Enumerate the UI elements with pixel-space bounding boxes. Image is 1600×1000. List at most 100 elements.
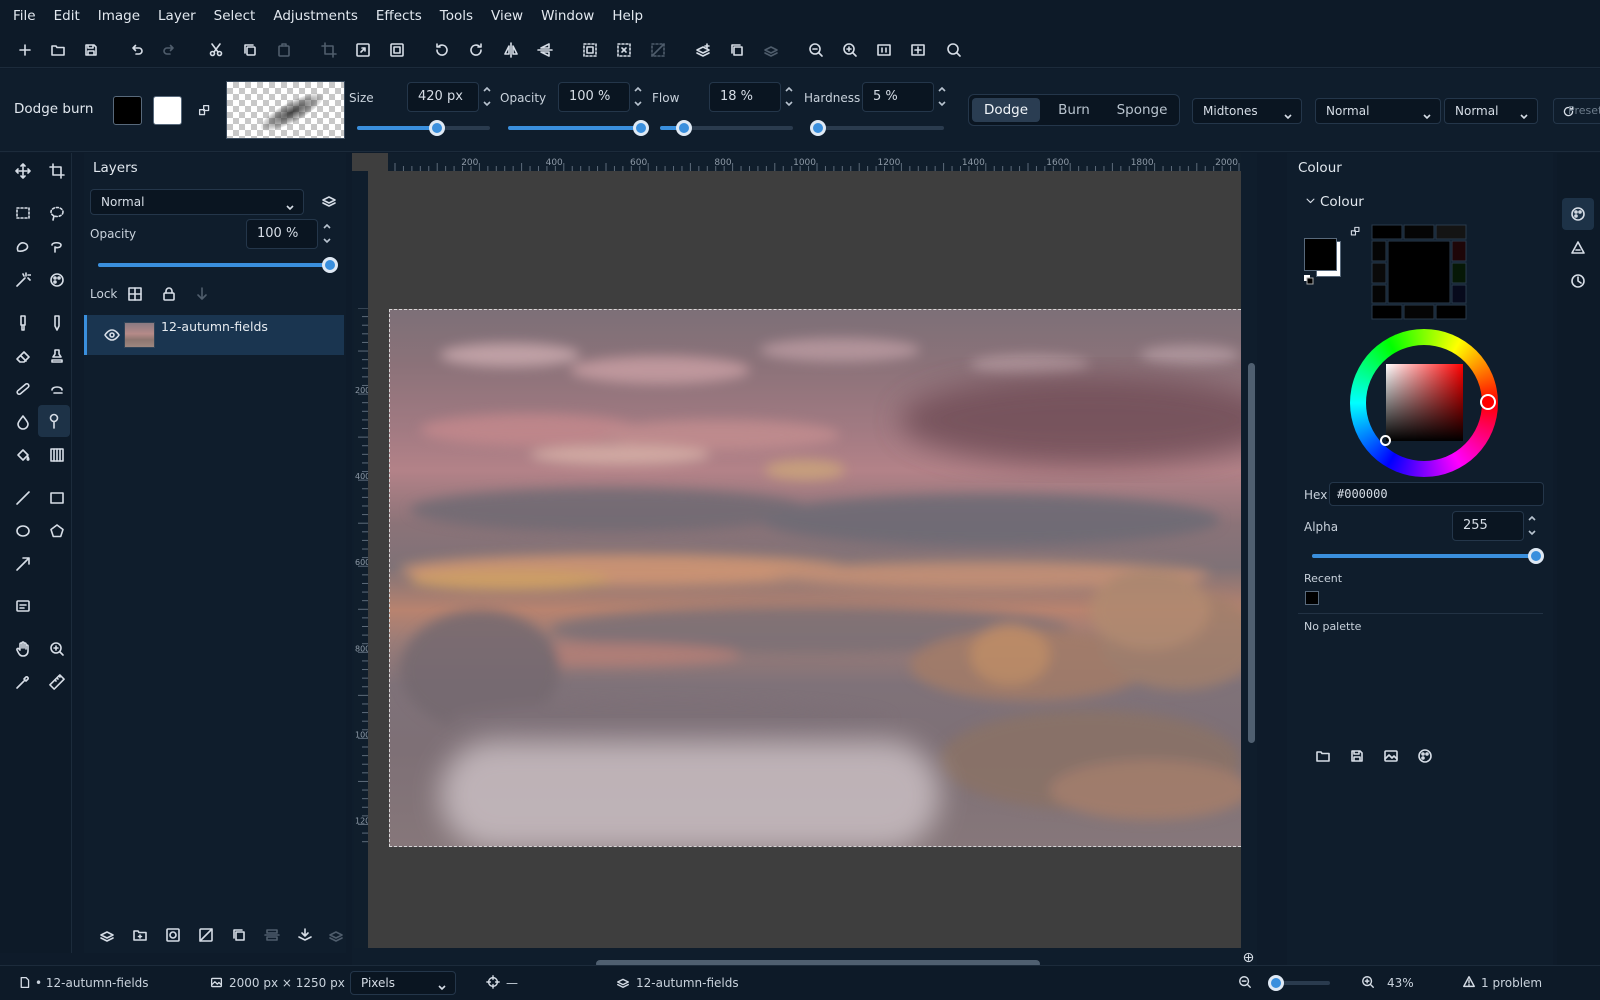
open-folder-icon[interactable] bbox=[47, 39, 69, 61]
move-tool-icon[interactable] bbox=[12, 160, 34, 182]
flow-stepper[interactable] bbox=[784, 82, 796, 112]
save-icon[interactable] bbox=[80, 39, 102, 61]
measure-ruler-icon[interactable] bbox=[46, 671, 68, 693]
gradient-tool-icon[interactable] bbox=[46, 444, 68, 466]
ellipse-tool-icon[interactable] bbox=[12, 520, 34, 542]
paste-icon[interactable] bbox=[273, 39, 295, 61]
eraser-tool-icon[interactable] bbox=[12, 345, 34, 367]
menu-effects[interactable]: Effects bbox=[367, 0, 431, 32]
opacity-slider[interactable] bbox=[508, 120, 649, 136]
actual-size-icon[interactable] bbox=[873, 39, 895, 61]
chevron-up-icon[interactable] bbox=[1527, 513, 1537, 523]
redo-icon[interactable] bbox=[159, 39, 181, 61]
vertical-scrollbar[interactable] bbox=[1248, 363, 1255, 743]
swap-colors-icon[interactable] bbox=[194, 100, 214, 120]
zoom-in-icon[interactable] bbox=[839, 39, 861, 61]
range-dropdown[interactable]: Midtones bbox=[1192, 98, 1302, 124]
image-canvas[interactable] bbox=[389, 309, 1251, 847]
swap-colors-small-icon[interactable] bbox=[1347, 223, 1363, 239]
layer-properties-icon[interactable] bbox=[318, 189, 340, 211]
flip-horizontal-icon[interactable] bbox=[500, 39, 522, 61]
saturation-value-square[interactable] bbox=[1386, 364, 1463, 441]
presets-button[interactable]: Presets bbox=[1553, 98, 1600, 124]
blend-mode-dropdown[interactable]: Normal bbox=[1315, 98, 1441, 124]
crop-tool-icon[interactable] bbox=[46, 160, 68, 182]
resize-image-icon[interactable] bbox=[352, 39, 374, 61]
palette-options-icon[interactable] bbox=[1414, 745, 1436, 767]
arrow-tool-icon[interactable] bbox=[12, 553, 34, 575]
duplicate-layer-icon[interactable] bbox=[726, 39, 748, 61]
color-history-grid[interactable] bbox=[1371, 224, 1467, 320]
magnetic-lasso-icon[interactable] bbox=[46, 236, 68, 258]
size-slider[interactable] bbox=[357, 120, 490, 136]
chevron-up-icon[interactable] bbox=[482, 84, 492, 94]
canvas-size-icon[interactable] bbox=[386, 39, 408, 61]
invert-selection-icon[interactable] bbox=[647, 39, 669, 61]
palette-from-image-icon[interactable] bbox=[1380, 745, 1402, 767]
healing-tool-icon[interactable] bbox=[12, 378, 34, 400]
menu-edit[interactable]: Edit bbox=[45, 0, 89, 32]
clone-stamp-icon[interactable] bbox=[46, 345, 68, 367]
lasso-select-icon[interactable] bbox=[46, 202, 68, 224]
menu-layer[interactable]: Layer bbox=[149, 0, 205, 32]
eyedropper-icon[interactable] bbox=[12, 671, 34, 693]
menu-window[interactable]: Window bbox=[532, 0, 603, 32]
rotate-right-icon[interactable] bbox=[465, 39, 487, 61]
second-blend-dropdown[interactable]: Normal bbox=[1444, 98, 1538, 124]
menu-file[interactable]: File bbox=[4, 0, 45, 32]
menu-image[interactable]: Image bbox=[89, 0, 149, 32]
zoom-slider[interactable] bbox=[1268, 975, 1330, 991]
recent-color-swatch[interactable] bbox=[1305, 591, 1319, 605]
zoom-out-icon[interactable] bbox=[805, 39, 827, 61]
hardness-input[interactable]: 5 % bbox=[862, 82, 934, 112]
visibility-eye-icon[interactable] bbox=[101, 324, 123, 346]
chevron-down-icon[interactable] bbox=[633, 99, 643, 109]
opacity-input[interactable]: 100 % bbox=[558, 82, 630, 112]
select-all-icon[interactable] bbox=[579, 39, 601, 61]
crop-to-selection-icon[interactable] bbox=[318, 39, 340, 61]
rectangle-tool-icon[interactable] bbox=[46, 487, 68, 509]
pencil-tool-icon[interactable] bbox=[46, 312, 68, 334]
cut-icon[interactable] bbox=[205, 39, 227, 61]
freeform-select-icon[interactable] bbox=[12, 236, 34, 258]
hue-handle[interactable] bbox=[1480, 394, 1496, 410]
flow-input[interactable]: 18 % bbox=[709, 82, 781, 112]
lock-position-icon[interactable] bbox=[191, 283, 213, 305]
chevron-down-icon[interactable] bbox=[322, 236, 332, 246]
layer-opacity-stepper[interactable] bbox=[322, 219, 334, 249]
zoom-out-icon[interactable] bbox=[1235, 972, 1255, 992]
fit-to-window-icon[interactable] bbox=[907, 39, 929, 61]
layer-blend-mode-dropdown[interactable]: Normal bbox=[90, 189, 304, 215]
flow-slider[interactable] bbox=[660, 120, 793, 136]
layer-row[interactable]: 12-autumn-fields bbox=[84, 315, 344, 355]
add-layer-icon[interactable] bbox=[692, 39, 714, 61]
primary-color-swatch[interactable] bbox=[113, 96, 142, 125]
menu-help[interactable]: Help bbox=[603, 0, 652, 32]
chevron-up-icon[interactable] bbox=[937, 84, 947, 94]
chevron-down-icon[interactable] bbox=[937, 99, 947, 109]
save-palette-icon[interactable] bbox=[1346, 745, 1368, 767]
brush-tool-icon[interactable] bbox=[12, 312, 34, 334]
size-stepper[interactable] bbox=[482, 82, 494, 112]
align-layers-icon[interactable] bbox=[261, 924, 283, 946]
chevron-up-icon[interactable] bbox=[784, 84, 794, 94]
dodge-burn-tool-icon[interactable] bbox=[38, 405, 70, 437]
new-layer-icon[interactable] bbox=[96, 924, 118, 946]
saturation-value-handle[interactable] bbox=[1380, 435, 1391, 446]
navigator-icon[interactable] bbox=[1240, 949, 1256, 965]
search-icon[interactable] bbox=[943, 39, 965, 61]
section-chevron-down-icon[interactable] bbox=[1302, 192, 1318, 208]
alpha-stepper[interactable] bbox=[1527, 511, 1539, 541]
hex-input[interactable]: #000000 bbox=[1329, 482, 1544, 506]
delete-layer-icon[interactable] bbox=[760, 39, 782, 61]
opacity-stepper[interactable] bbox=[633, 82, 645, 112]
chevron-down-icon[interactable] bbox=[784, 99, 794, 109]
colour-panel-tab-icon[interactable] bbox=[1562, 198, 1594, 230]
secondary-color-swatch[interactable] bbox=[153, 96, 182, 125]
adjustments-panel-tab-icon[interactable] bbox=[1567, 237, 1589, 259]
chevron-down-icon[interactable] bbox=[1527, 528, 1537, 538]
pan-hand-icon[interactable] bbox=[12, 638, 34, 660]
reset-colors-icon[interactable] bbox=[1304, 274, 1314, 285]
open-palette-icon[interactable] bbox=[1312, 745, 1334, 767]
rectangle-select-icon[interactable] bbox=[12, 202, 34, 224]
